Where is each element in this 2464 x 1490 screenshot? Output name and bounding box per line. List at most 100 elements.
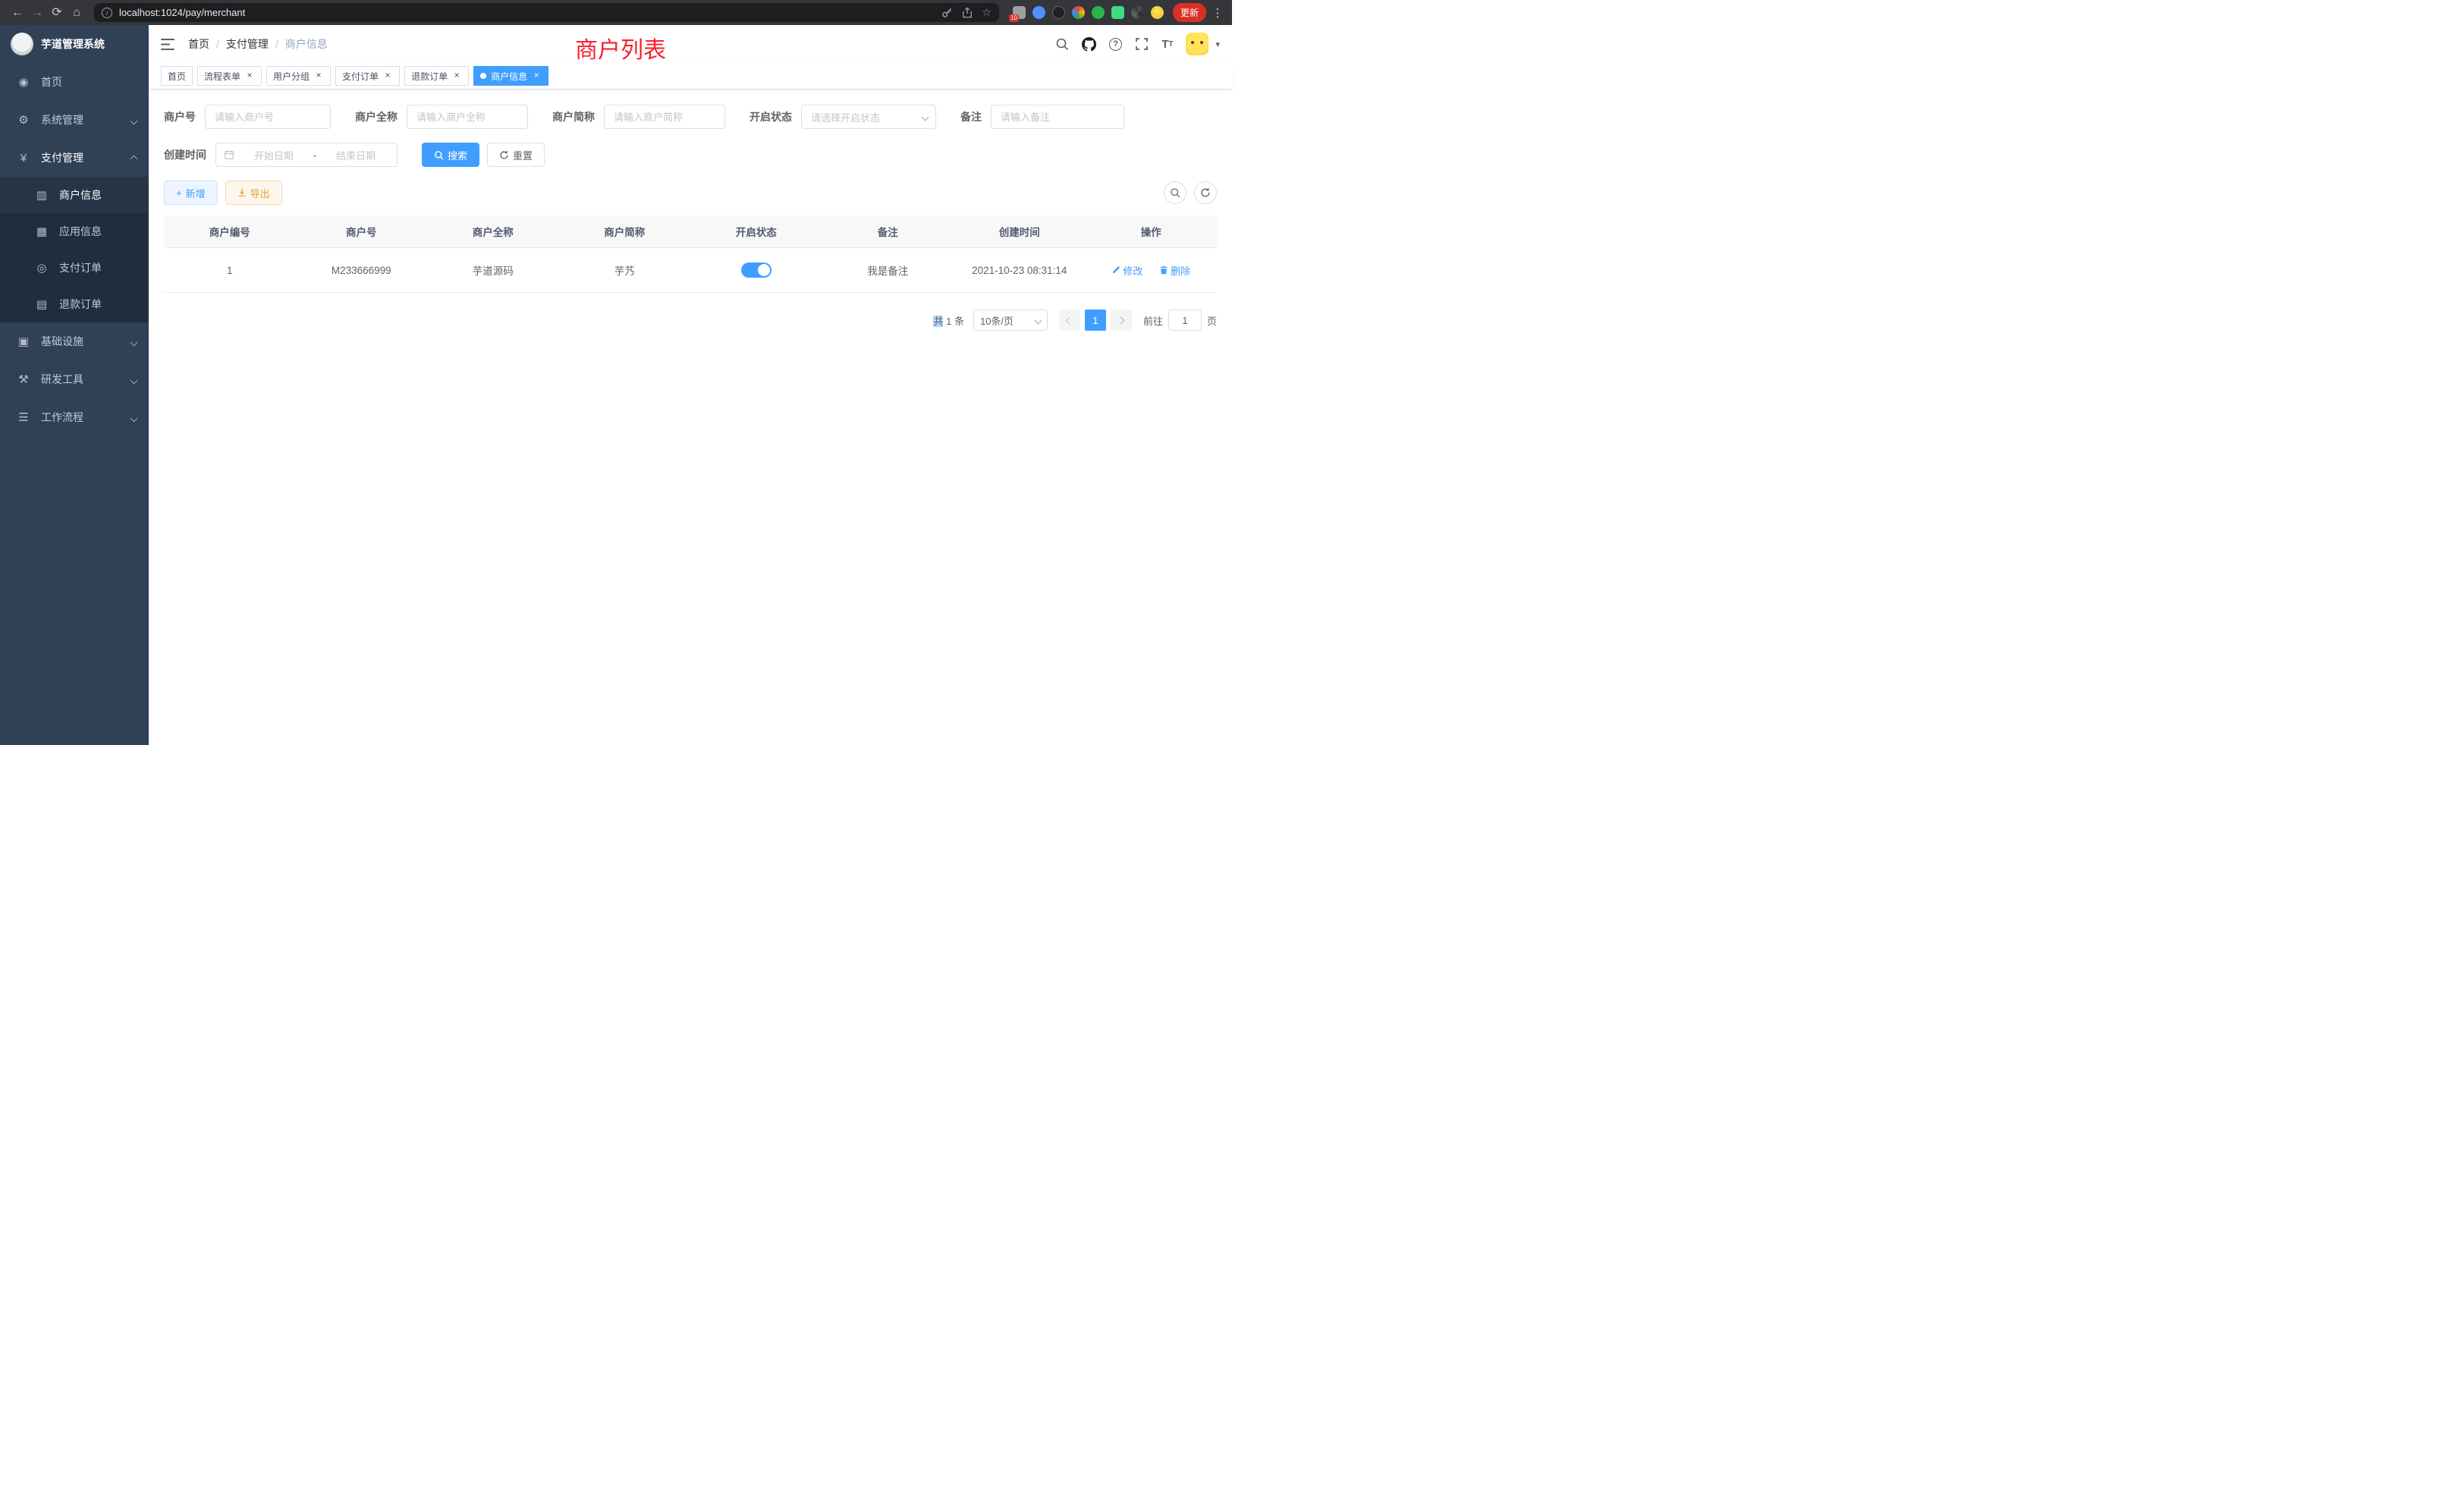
- tab-home[interactable]: 首页: [161, 66, 193, 86]
- payment-submenu: ▥ 商户信息 ▦ 应用信息 ◎ 支付订单 ▤ 退款订单: [0, 177, 149, 322]
- extension-icon[interactable]: [1111, 6, 1124, 19]
- sidebar-item-merchant-info[interactable]: ▥ 商户信息: [0, 177, 149, 213]
- hamburger-icon[interactable]: [161, 39, 174, 50]
- url-text[interactable]: localhost:1024/pay/merchant: [119, 7, 941, 18]
- extension-icon[interactable]: [1151, 6, 1164, 19]
- avatar-caret-icon[interactable]: ▾: [1215, 39, 1220, 49]
- sidebar-item-refund-order[interactable]: ▤ 退款订单: [0, 286, 149, 322]
- add-button[interactable]: + 新增: [164, 181, 218, 205]
- user-avatar[interactable]: [1186, 33, 1208, 55]
- chevron-down-icon: [131, 114, 137, 126]
- close-icon[interactable]: ×: [313, 71, 324, 81]
- app-title: 芋道管理系统: [41, 36, 105, 52]
- sidebar-item-system[interactable]: ⚙ 系统管理: [0, 101, 149, 139]
- extension-icon[interactable]: [1032, 6, 1045, 19]
- refresh-table-button[interactable]: [1194, 181, 1217, 204]
- extension-icon[interactable]: [1131, 6, 1144, 19]
- sidebar-item-app-info[interactable]: ▦ 应用信息: [0, 213, 149, 250]
- reset-button[interactable]: 重置: [487, 143, 545, 167]
- prev-page-button[interactable]: [1059, 310, 1080, 331]
- page-content: 商户号 商户全称 商户简称: [149, 90, 1232, 745]
- merchant-table: 商户编号 商户号 商户全称 商户简称 开启状态 备注 创建时间 操作 1 M23…: [164, 215, 1217, 293]
- sidebar-item-dev-tools[interactable]: ⚒ 研发工具: [0, 360, 149, 398]
- close-icon[interactable]: ×: [244, 71, 255, 81]
- bookmark-star-icon[interactable]: ☆: [982, 6, 992, 19]
- help-icon[interactable]: ?: [1109, 38, 1122, 51]
- merchant-no-label: 商户号: [164, 109, 196, 124]
- status-toggle[interactable]: [741, 262, 772, 278]
- site-info-icon[interactable]: i: [102, 8, 112, 18]
- extension-icon[interactable]: [1072, 6, 1085, 19]
- share-icon[interactable]: [962, 7, 973, 18]
- create-time-range-picker[interactable]: 开始日期 - 结束日期: [215, 143, 398, 167]
- chevron-down-icon: [131, 411, 137, 423]
- search-button[interactable]: 搜索: [422, 143, 479, 167]
- tab-process-form[interactable]: 流程表单 ×: [197, 66, 262, 86]
- date-end-placeholder: 结束日期: [322, 148, 389, 162]
- cell-merchant-index: 1: [164, 248, 296, 293]
- close-icon[interactable]: ×: [531, 71, 542, 81]
- tab-refund-order[interactable]: 退款订单 ×: [404, 66, 469, 86]
- breadcrumb-payment[interactable]: 支付管理: [226, 36, 269, 52]
- cell-actions: 修改 删除: [1086, 248, 1218, 293]
- page-number-1[interactable]: 1: [1085, 310, 1106, 331]
- url-bar[interactable]: i localhost:1024/pay/merchant ☆: [94, 3, 999, 22]
- merchant-no-input[interactable]: [205, 105, 331, 129]
- github-icon[interactable]: [1082, 37, 1096, 52]
- font-size-icon[interactable]: TT: [1161, 38, 1173, 51]
- reload-button[interactable]: ⟳: [47, 0, 67, 25]
- breadcrumb: 首页 / 支付管理 / 商户信息: [188, 36, 328, 52]
- close-icon[interactable]: ×: [451, 71, 462, 81]
- sidebar-item-infrastructure[interactable]: ▣ 基础设施: [0, 322, 149, 360]
- toggle-search-button[interactable]: [1164, 181, 1186, 204]
- pagination-goto: 前往 页: [1143, 310, 1217, 331]
- table-row: 1 M233666999 芋道源码 芋艿 我是备注 2021-10-23 08:…: [164, 248, 1217, 293]
- grid-icon: ▦: [33, 225, 50, 238]
- tab-pay-order[interactable]: 支付订单 ×: [335, 66, 400, 86]
- page-size-select[interactable]: 10条/页: [973, 310, 1048, 331]
- server-icon: ▣: [15, 335, 32, 348]
- tab-user-group[interactable]: 用户分组 ×: [266, 66, 331, 86]
- cell-full-name: 芋道源码: [427, 248, 559, 293]
- create-time-label: 创建时间: [164, 147, 206, 162]
- search-form-row-2: 创建时间 开始日期 - 结束日期 搜索: [164, 143, 1217, 167]
- back-button[interactable]: ←: [8, 0, 27, 25]
- edit-icon: [1111, 266, 1120, 275]
- password-key-icon[interactable]: [941, 7, 953, 18]
- header-search-icon[interactable]: [1055, 37, 1069, 51]
- chevron-down-icon: [131, 373, 137, 385]
- extension-icon[interactable]: [1092, 6, 1105, 19]
- next-page-button[interactable]: [1111, 310, 1132, 331]
- chevron-up-icon: [131, 152, 137, 164]
- breadcrumb-home[interactable]: 首页: [188, 36, 209, 52]
- sidebar-item-payment[interactable]: ¥ 支付管理: [0, 139, 149, 177]
- full-name-input[interactable]: [407, 105, 528, 129]
- export-button[interactable]: 导出: [225, 181, 282, 205]
- edit-link[interactable]: 修改: [1111, 263, 1142, 278]
- sidebar-logo[interactable]: 芋道管理系统: [0, 25, 149, 63]
- goto-page-input[interactable]: [1168, 310, 1202, 331]
- sidebar-item-pay-order[interactable]: ◎ 支付订单: [0, 250, 149, 286]
- status-select[interactable]: 请选择开启状态: [801, 105, 936, 129]
- forward-button[interactable]: →: [27, 0, 47, 25]
- sidebar-item-home[interactable]: ◉ 首页: [0, 63, 149, 101]
- remark-input[interactable]: [991, 105, 1124, 129]
- fullscreen-icon[interactable]: [1135, 37, 1149, 51]
- yen-icon: ¥: [15, 152, 32, 165]
- tab-merchant-info[interactable]: 商户信息 ×: [473, 66, 548, 86]
- tools-icon: ⚒: [15, 372, 32, 386]
- browser-menu-icon[interactable]: ⋮: [1211, 6, 1224, 20]
- extensions-puzzle-icon[interactable]: 10: [1013, 6, 1026, 19]
- short-name-label: 商户简称: [552, 109, 595, 124]
- close-icon[interactable]: ×: [382, 71, 393, 81]
- cell-status: [690, 248, 822, 293]
- document-icon: ▤: [33, 297, 50, 311]
- sidebar-item-workflow[interactable]: ☰ 工作流程: [0, 398, 149, 436]
- delete-link[interactable]: 删除: [1159, 263, 1190, 278]
- extension-icon[interactable]: [1052, 6, 1065, 19]
- home-button[interactable]: ⌂: [67, 0, 86, 25]
- short-name-input[interactable]: [604, 105, 725, 129]
- chevron-left-icon: [1066, 316, 1073, 324]
- refresh-icon: [1200, 187, 1211, 198]
- browser-update-button[interactable]: 更新: [1173, 3, 1206, 22]
